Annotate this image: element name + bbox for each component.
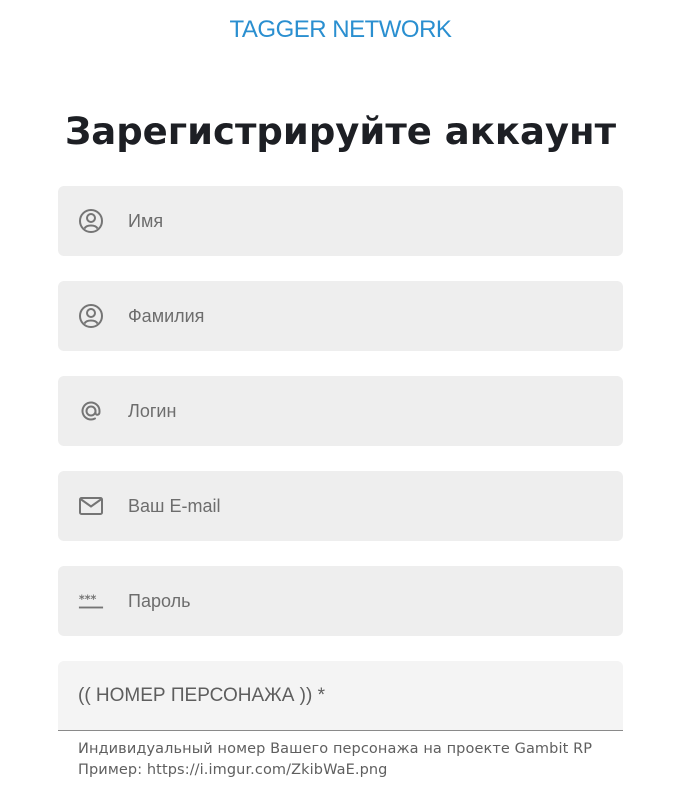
email-field[interactable]: Ваш E-mail [58,471,623,541]
helper-line-1: Индивидуальный номер Вашего персонажа на… [78,741,593,757]
password-field[interactable]: *** Пароль [58,566,623,636]
first-name-field[interactable]: Имя [58,186,623,256]
last-name-field[interactable]: Фамилия [58,281,623,351]
character-number-field[interactable]: (( НОМЕР ПЕРСОНАЖА )) * [58,661,623,731]
login-field[interactable]: Логин [58,376,623,446]
brand-logo: TAGGER NETWORK [229,16,452,43]
character-number-label: (( НОМЕР ПЕРСОНАЖА )) * [78,685,325,706]
page-title: Зарегистрируйте аккаунт [64,110,617,153]
helper-line-2: Пример: https://i.imgur.com/ZkibWaE.png [78,762,388,778]
character-number-helper: Индивидуальный номер Вашего персонажа на… [78,739,592,781]
